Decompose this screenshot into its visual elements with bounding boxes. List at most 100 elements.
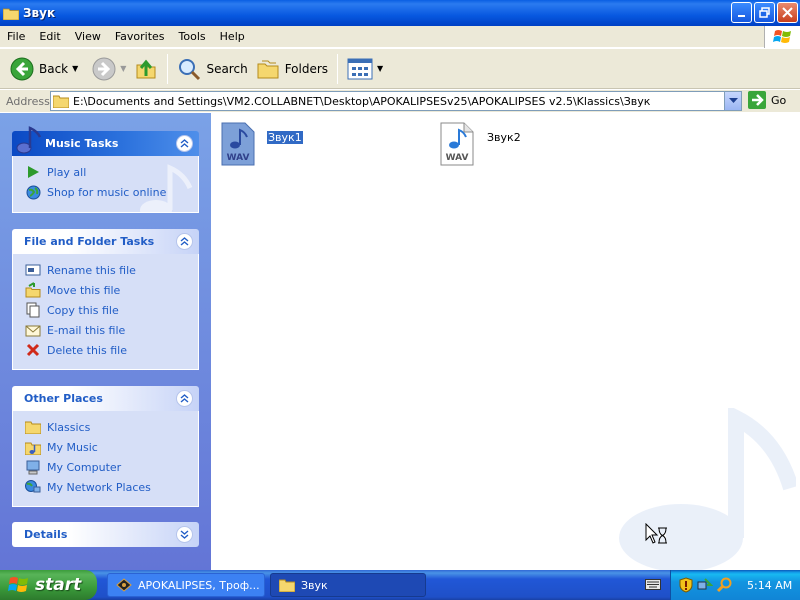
address-input[interactable]: E:\Documents and Settings\VM2.COLLABNET\…: [50, 91, 742, 111]
expand-button[interactable]: [176, 526, 193, 543]
views-button[interactable]: ▼: [343, 52, 387, 86]
music-note-watermark-icon: [619, 408, 796, 570]
app-icon: [116, 578, 132, 592]
shield-icon[interactable]: [679, 577, 693, 593]
search-button[interactable]: Search: [173, 52, 251, 86]
move-icon: [25, 282, 41, 298]
menu-view[interactable]: View: [68, 30, 108, 43]
address-bar: Address E:\Documents and Settings\VM2.CO…: [0, 90, 800, 112]
music-note-icon: [16, 126, 42, 154]
other-places-header[interactable]: Other Places: [12, 386, 199, 411]
go-label: Go: [771, 93, 787, 107]
title-bar[interactable]: Звук: [0, 0, 800, 26]
start-label: start: [35, 575, 82, 595]
network-status-icon[interactable]: [697, 577, 713, 593]
back-arrow-icon: [10, 57, 34, 80]
search-icon: [179, 58, 201, 80]
file-folder-tasks-header[interactable]: File and Folder Tasks: [12, 229, 199, 254]
music-tasks-title: Music Tasks: [45, 137, 119, 150]
address-label: Address: [6, 94, 50, 108]
forward-button[interactable]: ▼: [88, 52, 130, 86]
address-dropdown-button[interactable]: [724, 92, 741, 110]
busy-cursor-icon: [645, 523, 667, 544]
chevron-up-icon: [180, 394, 189, 403]
file-item[interactable]: WAV Звук1: [221, 122, 304, 166]
other-places-body: Klassics My Music My Computer My Network…: [12, 411, 199, 507]
back-button[interactable]: Back ▼: [6, 52, 82, 86]
clock[interactable]: 5:14 AM: [747, 579, 792, 592]
rename-icon: [25, 262, 41, 278]
menu-favorites[interactable]: Favorites: [108, 30, 172, 43]
collapse-button[interactable]: [176, 135, 193, 152]
task-label: Delete this file: [47, 343, 127, 357]
place-my-computer[interactable]: My Computer: [25, 457, 198, 477]
start-button[interactable]: start: [0, 570, 97, 600]
file-type-label: WAV: [227, 153, 250, 163]
music-tasks-header[interactable]: Music Tasks: [12, 126, 199, 156]
task-label: Move this file: [47, 283, 121, 297]
task-email-file[interactable]: E-mail this file: [25, 320, 198, 340]
chevron-down-icon: [728, 98, 738, 103]
up-button[interactable]: [130, 52, 162, 86]
place-label: My Music: [47, 440, 98, 454]
views-dropdown-icon[interactable]: ▼: [377, 64, 383, 73]
toolbar-separator: [167, 53, 169, 84]
go-button[interactable]: Go: [748, 91, 786, 109]
folder-icon: [53, 95, 69, 108]
file-folder-tasks-body: Rename this file Move this file Copy thi…: [12, 254, 199, 370]
file-item[interactable]: WAV Звук2: [440, 122, 522, 166]
copy-icon: [25, 302, 41, 318]
details-title: Details: [24, 528, 68, 541]
forward-dropdown-icon[interactable]: ▼: [120, 64, 126, 73]
menu-tools[interactable]: Tools: [172, 30, 213, 43]
task-label: E-mail this file: [47, 323, 126, 337]
place-klassics[interactable]: Klassics: [25, 417, 198, 437]
menu-file[interactable]: File: [0, 30, 32, 43]
taskbar-task[interactable]: Звук: [270, 573, 426, 597]
task-move-file[interactable]: Move this file: [25, 280, 198, 300]
close-icon: [782, 7, 793, 18]
restore-icon: [759, 7, 770, 18]
collapse-button[interactable]: [176, 233, 193, 250]
maximize-button[interactable]: [754, 2, 775, 23]
system-tray: 5:14 AM: [670, 570, 800, 600]
folders-icon: [257, 60, 279, 78]
collapse-button[interactable]: [176, 390, 193, 407]
menu-help[interactable]: Help: [213, 30, 252, 43]
file-view[interactable]: WAV Звук1 WAV Звук2: [211, 113, 800, 570]
toolbar-separator: [337, 53, 339, 84]
back-dropdown-icon[interactable]: ▼: [72, 64, 78, 73]
task-copy-file[interactable]: Copy this file: [25, 300, 198, 320]
search-label: Search: [206, 61, 248, 76]
keyboard-icon[interactable]: [645, 577, 661, 591]
task-label: Copy this file: [47, 303, 119, 317]
wav-file-icon: WAV: [440, 122, 474, 166]
search-tray-icon[interactable]: [717, 577, 733, 593]
place-my-network[interactable]: My Network Places: [25, 477, 198, 497]
folder-icon: [25, 419, 41, 435]
network-icon: [25, 479, 41, 495]
delete-x-icon: [25, 342, 41, 358]
details-header[interactable]: Details: [12, 522, 199, 547]
minimize-button[interactable]: [731, 2, 752, 23]
my-music-icon: [25, 439, 41, 455]
file-folder-tasks-title: File and Folder Tasks: [24, 235, 155, 248]
details-panel: Details: [12, 522, 199, 547]
task-label: APOKALIPSES, Троф...: [138, 578, 260, 592]
task-pane: Music Tasks Play all Shop for music onli…: [0, 113, 211, 570]
place-label: Klassics: [47, 420, 91, 434]
menu-edit[interactable]: Edit: [32, 30, 67, 43]
taskbar-task[interactable]: APOKALIPSES, Троф...: [107, 573, 265, 597]
play-icon: [25, 164, 41, 180]
address-value: E:\Documents and Settings\VM2.COLLABNET\…: [73, 94, 651, 108]
task-rename-file[interactable]: Rename this file: [25, 260, 198, 280]
up-folder-icon: [136, 59, 156, 78]
forward-arrow-icon: [92, 57, 116, 80]
place-my-music[interactable]: My Music: [25, 437, 198, 457]
task-delete-file[interactable]: Delete this file: [25, 340, 198, 360]
close-button[interactable]: [777, 2, 798, 23]
folder-icon: [279, 579, 295, 592]
folders-label: Folders: [284, 61, 329, 76]
email-icon: [25, 322, 41, 338]
folders-button[interactable]: Folders: [252, 52, 332, 86]
